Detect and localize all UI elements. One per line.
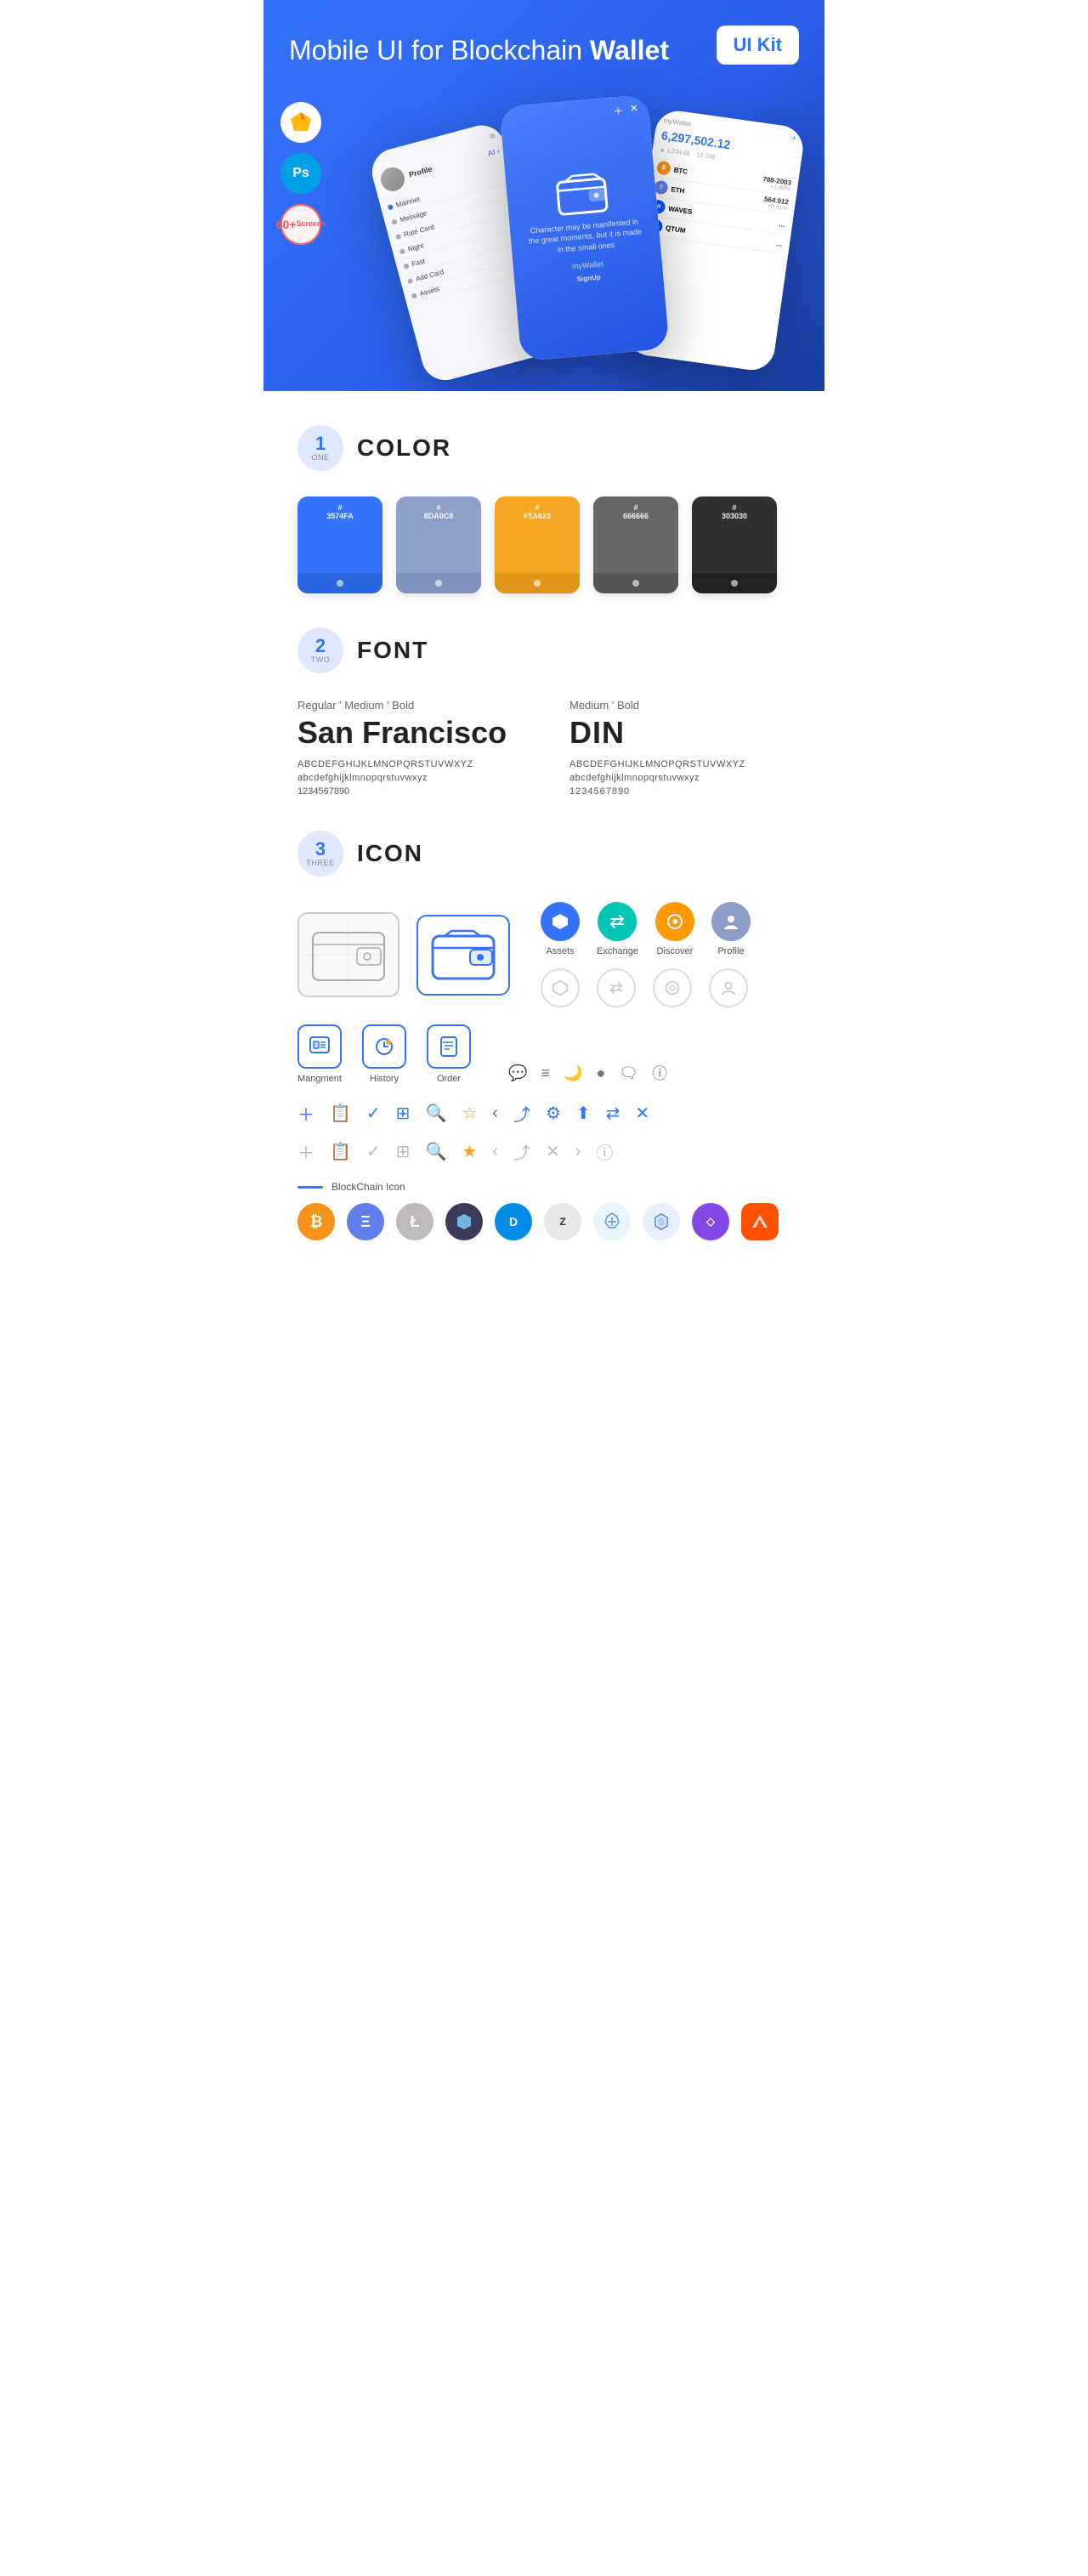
- plus-gray-icon: ＋: [298, 1139, 314, 1164]
- share-icon[interactable]: ⤴: [513, 1101, 530, 1126]
- comment-icon: 🗨: [619, 1064, 638, 1082]
- history-icon: [362, 1024, 406, 1069]
- ark-icon: [643, 1203, 680, 1240]
- assets-icon: [541, 902, 580, 941]
- bat-icon: [741, 1203, 779, 1240]
- font-din: Medium ' Bold DIN ABCDEFGHIJKLMNOPQRSTUV…: [570, 699, 790, 797]
- plus-icon[interactable]: ＋: [298, 1101, 314, 1126]
- tab-icon-assets: Assets: [541, 902, 580, 956]
- document-edit-icon[interactable]: 📋: [330, 1103, 351, 1124]
- font-section-title: FONT: [357, 637, 428, 664]
- nav-icons-stack: Assets Exchange: [541, 902, 751, 1007]
- font-section-header: 2 TWO FONT: [298, 627, 790, 673]
- waves-icon: [593, 1203, 631, 1240]
- sketch-badge: [280, 102, 321, 143]
- discover-outline-icon: [653, 968, 692, 1007]
- wallet-colored: [416, 915, 510, 996]
- eth-icon: Ξ: [347, 1203, 384, 1240]
- color-section-badge: 1 ONE: [298, 425, 343, 471]
- icon-section-badge: 3 THREE: [298, 831, 343, 877]
- nav-order: Order: [427, 1024, 471, 1084]
- phone-center: ✕ ＋ Character may be manifested in the g…: [499, 94, 669, 361]
- btc-icon: ₿: [298, 1203, 335, 1240]
- star-filled-icon: ★: [462, 1141, 477, 1162]
- tab-icon-exchange: Exchange: [597, 902, 638, 956]
- color-swatch-slate: # 8DA0C8: [396, 496, 481, 593]
- ps-badge: Ps: [280, 153, 321, 194]
- screens-badge: 60+ Screens: [280, 204, 321, 245]
- hero-badges: Ps 60+ Screens: [280, 102, 321, 245]
- exchange-outline-icon: [597, 968, 636, 1007]
- check-gray-icon: ✓: [366, 1141, 381, 1162]
- blockchain-line: [298, 1186, 323, 1189]
- back-icon[interactable]: ‹: [492, 1104, 498, 1123]
- color-swatch-dark: # 303030: [692, 496, 777, 593]
- misc-icons-top: ＋ 📋 ✓ ⊞ 🔍 ☆ ‹ ⤴ ⚙ ⬆ ⇄ ✕: [298, 1101, 790, 1126]
- profile-icon: [711, 902, 751, 941]
- wallet-icons-row: Assets Exchange: [298, 902, 790, 1007]
- management-icon: [298, 1024, 342, 1069]
- star-icon[interactable]: ☆: [462, 1103, 477, 1124]
- checkmark-icon[interactable]: ✓: [366, 1103, 381, 1124]
- forward-gray-icon: ›: [575, 1142, 581, 1161]
- upload-icon[interactable]: ⬆: [576, 1103, 591, 1124]
- color-swatch-gray: # 666666: [593, 496, 678, 593]
- nav-management: Mangment: [298, 1024, 342, 1084]
- close-icon[interactable]: ✕: [635, 1103, 649, 1124]
- back-gray-icon: ‹: [492, 1142, 498, 1161]
- color-swatch-orange: # F5A623: [495, 496, 580, 593]
- color-section-header: 1 ONE COLOR: [298, 425, 790, 471]
- share-gray-icon: ⤴: [513, 1139, 530, 1164]
- arrows-icon[interactable]: ⇄: [606, 1103, 620, 1124]
- chat-icon: 💬: [508, 1064, 527, 1082]
- neo-icon: [445, 1203, 483, 1240]
- info-gray-icon: ⓘ: [596, 1139, 613, 1164]
- tab-icon-profile: Profile: [711, 902, 751, 956]
- search-gray-icon: 🔍: [425, 1141, 446, 1162]
- hero-section: Mobile UI for Blockchain Wallet UI Kit P…: [264, 0, 824, 391]
- exchange-icon: [598, 902, 637, 941]
- font-section: Regular ' Medium ' Bold San Francisco AB…: [298, 699, 790, 797]
- font-section-badge: 2 TWO: [298, 627, 343, 673]
- font-sf: Regular ' Medium ' Bold San Francisco AB…: [298, 699, 518, 797]
- icon-section-header: 3 THREE ICON: [298, 831, 790, 877]
- document-gray-icon: 📋: [330, 1141, 351, 1162]
- matic-icon: ◇: [692, 1203, 729, 1240]
- zcash-icon: Z: [544, 1203, 581, 1240]
- small-icons-row: 💬 ≡ 🌙 ● 🗨 ⓘ: [508, 1062, 667, 1084]
- circle-icon: ●: [596, 1064, 605, 1082]
- misc-icons-bottom: ＋ 📋 ✓ ⊞ 🔍 ★ ‹ ⤴ ✕ › ⓘ: [298, 1139, 790, 1164]
- nav-history: History: [362, 1024, 406, 1084]
- wallet-wireframe: [298, 912, 400, 997]
- icon-section-title: ICON: [357, 840, 423, 867]
- nav-icons-outline: [541, 968, 751, 1007]
- blockchain-label: BlockChain Icon: [332, 1181, 405, 1193]
- dash-icon: D: [495, 1203, 532, 1240]
- settings-icon[interactable]: ⚙: [546, 1103, 561, 1124]
- qr-gray-icon: ⊞: [396, 1141, 411, 1162]
- ui-kit-badge: UI Kit: [717, 26, 799, 65]
- crypto-icons-row: ₿ Ξ Ł D Z ◇: [298, 1203, 790, 1240]
- close-gray-icon: ✕: [546, 1141, 560, 1162]
- layers-icon: ≡: [541, 1064, 550, 1082]
- content-area: 1 ONE COLOR # 3574FA # 8DA0C8 # F5A623: [264, 425, 824, 1240]
- qr-icon[interactable]: ⊞: [396, 1103, 411, 1124]
- color-section-title: COLOR: [357, 434, 451, 462]
- tab-icon-discover: Discover: [655, 902, 694, 956]
- blockchain-label-row: BlockChain Icon: [298, 1181, 790, 1193]
- search-icon[interactable]: 🔍: [425, 1103, 446, 1124]
- order-icon: [427, 1024, 471, 1069]
- color-swatch-blue: # 3574FA: [298, 496, 382, 593]
- ltc-icon: Ł: [396, 1203, 434, 1240]
- assets-outline-icon: [541, 968, 580, 1007]
- phone-mockups: ⚙ Profile AI › Mainnet Message Rate Card…: [340, 83, 799, 355]
- discover-icon: [655, 902, 694, 941]
- color-swatches: # 3574FA # 8DA0C8 # F5A623 # 666666: [298, 496, 790, 593]
- moon-icon: 🌙: [564, 1064, 582, 1082]
- info-icon: ⓘ: [652, 1062, 667, 1084]
- nav-icons-section: Mangment History: [298, 1024, 790, 1084]
- profile-outline-icon: [709, 968, 748, 1007]
- nav-icons-top: Assets Exchange: [541, 902, 751, 956]
